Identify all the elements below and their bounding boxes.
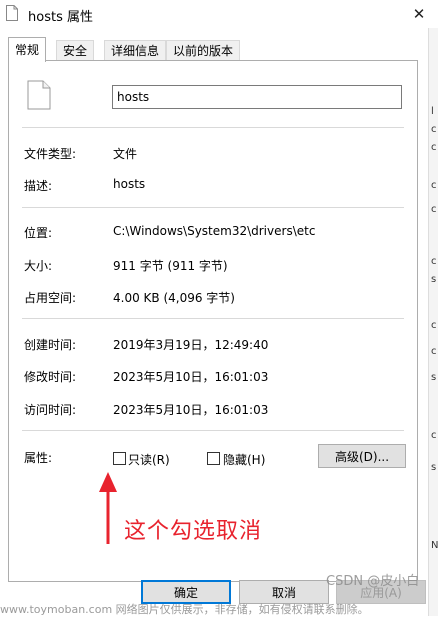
background-glyph: N [431,540,438,551]
annotation-text: 这个勾选取消 [124,519,263,544]
description-label: 描述: [24,179,53,193]
divider [22,127,404,128]
background-glyph: c [431,256,437,267]
background-glyph: c [431,180,437,191]
background-glyph: c [431,142,437,153]
file-icon [6,5,18,21]
file-type-value: 文件 [113,147,138,161]
divider [22,207,404,208]
tab-details[interactable]: 详细信息 [104,40,167,61]
annotation-arrow-icon [99,472,117,544]
background-glyph: l [431,106,434,117]
location-label: 位置: [24,226,53,240]
size-label: 大小: [24,259,53,273]
background-glyph: c [431,204,437,215]
readonly-label[interactable]: 只读(R) [128,451,170,468]
hidden-checkbox[interactable] [207,452,220,465]
background-glyph: s [431,274,437,285]
background-glyph: s [431,462,437,473]
document-icon [27,80,51,110]
advanced-button[interactable]: 高级(D)... [318,444,406,468]
background-glyph: c [431,430,437,441]
background-glyph: c [431,320,437,331]
created-value: 2019年3月19日，12:49:40 [113,338,269,352]
close-icon: ✕ [412,5,426,23]
disk-size-value: 4.00 KB (4,096 字节) [113,291,235,305]
disk-size-label: 占用空间: [24,291,77,305]
title-bar: hosts 属性 ✕ [0,0,438,28]
modified-label: 修改时间: [24,370,77,384]
location-value: C:\Windows\System32\drivers\etc [113,224,316,238]
background-glyph: c [431,124,437,135]
readonly-checkbox[interactable] [113,452,126,465]
general-panel [8,60,418,582]
background-glyph: s [431,372,437,383]
window-title: hosts 属性 [28,10,93,25]
size-value: 911 字节 (911 字节) [113,259,228,273]
csdn-watermark: CSDN @皮小白 [326,574,420,589]
modified-value: 2023年5月10日，16:01:03 [113,370,269,384]
divider [22,318,404,319]
accessed-label: 访问时间: [24,403,77,417]
filename-field[interactable] [112,85,402,109]
divider [22,430,404,431]
background-glyph: c [431,346,437,357]
site-watermark: www.toymoban.com 网络图片仅供展示，非存储，如有侵权请联系删除。 [0,603,369,616]
tab-general[interactable]: 常规 [8,37,47,62]
hidden-label[interactable]: 隐藏(H) [223,451,265,468]
close-button[interactable]: ✕ [400,0,438,28]
created-label: 创建时间: [24,338,77,352]
accessed-value: 2023年5月10日，16:01:03 [113,403,269,417]
tab-security[interactable]: 安全 [56,40,95,61]
description-value: hosts [113,177,146,191]
attributes-label: 属性: [24,451,53,465]
tab-previous-versions[interactable]: 以前的版本 [166,40,241,61]
file-type-label: 文件类型: [24,147,77,161]
